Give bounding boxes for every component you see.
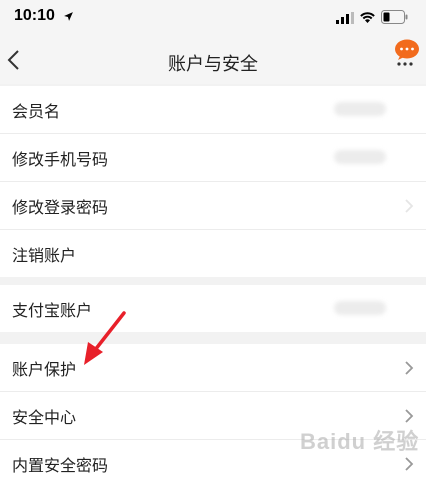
list-item-label: 账户保护: [12, 360, 77, 379]
more-menu-icon[interactable]: [392, 38, 422, 68]
watermark: Baidu 经验: [300, 429, 420, 454]
chevron-right-icon: [405, 457, 414, 471]
navigation-bar: 账户与安全: [0, 36, 426, 84]
list-item-label: 修改登录密码: [12, 198, 109, 217]
chevron-right-icon: [405, 199, 414, 213]
list-item-label: 修改手机号码: [12, 150, 109, 169]
list-item-change-phone[interactable]: 修改手机号码: [0, 134, 426, 182]
list-item-member-name[interactable]: 会员名: [0, 86, 426, 134]
battery-icon: [381, 10, 408, 24]
list-item-label: 会员名: [12, 102, 61, 121]
location-arrow-icon: [64, 12, 73, 21]
list-item-label: 安全中心: [12, 408, 77, 427]
page-title: 账户与安全: [168, 54, 258, 75]
list-item-change-password[interactable]: 修改登录密码: [0, 182, 426, 230]
status-time: 10:10: [14, 7, 55, 24]
security-group: 账户保护 安全中心 内置安全密码: [0, 344, 426, 487]
list-item-label: 内置安全密码: [12, 456, 109, 475]
list-item-alipay-account[interactable]: 支付宝账户: [0, 285, 426, 332]
alipay-group: 支付宝账户: [0, 285, 426, 332]
list-item-label: 注销账户: [12, 246, 77, 265]
list-item-label: 支付宝账户: [12, 301, 93, 320]
account-settings-group: 会员名 修改手机号码 修改登录密码 注销账户: [0, 86, 426, 277]
chevron-right-icon: [405, 361, 414, 375]
blurred-value: [334, 301, 386, 315]
cellular-signal-icon: [336, 12, 354, 24]
blurred-value: [334, 102, 386, 116]
wifi-icon: [360, 12, 375, 23]
list-item-account-protection[interactable]: 账户保护: [0, 344, 426, 392]
status-bar: 10:10: [0, 0, 426, 36]
list-item-deactivate-account[interactable]: 注销账户: [0, 230, 426, 277]
chevron-right-icon: [405, 409, 414, 423]
blurred-value: [334, 150, 386, 164]
